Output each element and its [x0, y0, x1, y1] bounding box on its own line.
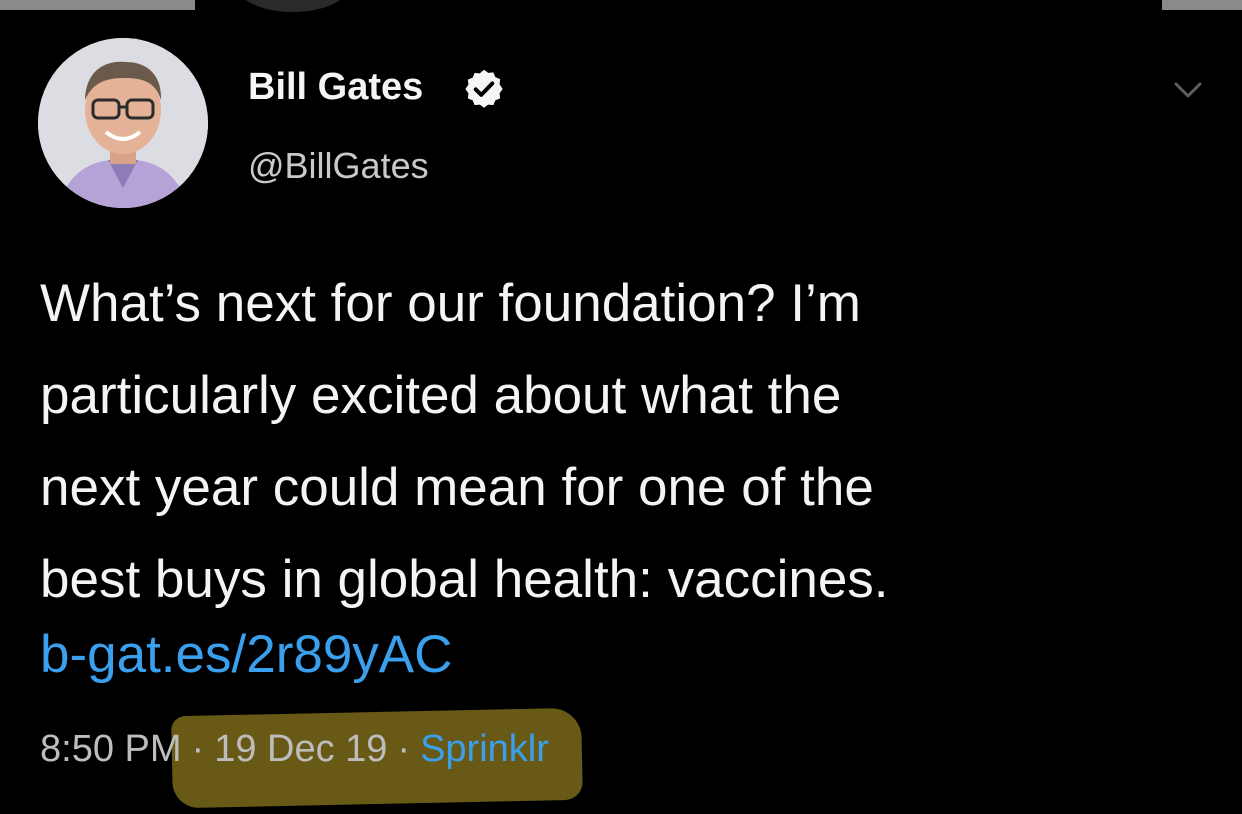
- meta-separator: ·: [191, 728, 205, 770]
- cropped-bar-right: [1162, 0, 1242, 10]
- tweet-text-line: What’s next for our foundation? I’m: [40, 274, 861, 333]
- cropped-avatar-above: [238, 0, 348, 12]
- tweet-meta: 8:50 PM · 19 Dec 19 · Sprinklr: [40, 722, 549, 776]
- tweet-source[interactable]: Sprinklr: [420, 728, 549, 770]
- tweet-text-line: particularly excited about what the: [40, 366, 842, 425]
- avatar[interactable]: [38, 38, 208, 208]
- cropped-top-strip: [0, 0, 1242, 12]
- cropped-bar-left: [0, 0, 195, 10]
- user-handle[interactable]: @BillGates: [248, 145, 429, 187]
- tweet-time[interactable]: 8:50 PM: [40, 728, 182, 770]
- display-name[interactable]: Bill Gates: [248, 66, 423, 109]
- tweet-text-line: next year could mean for one of the: [40, 458, 874, 517]
- tweet-date[interactable]: 19 Dec 19: [214, 728, 387, 770]
- chevron-down-icon[interactable]: [1168, 70, 1208, 110]
- avatar-photo: [38, 38, 208, 208]
- verified-badge-icon: [465, 69, 503, 108]
- tweet-link[interactable]: b-gat.es/2r89yAC: [40, 620, 452, 690]
- tweet-text: What’s next for our foundation? I’m part…: [40, 258, 1210, 626]
- meta-separator: ·: [397, 728, 411, 770]
- tweet-text-line: best buys in global health: vaccines.: [40, 550, 889, 609]
